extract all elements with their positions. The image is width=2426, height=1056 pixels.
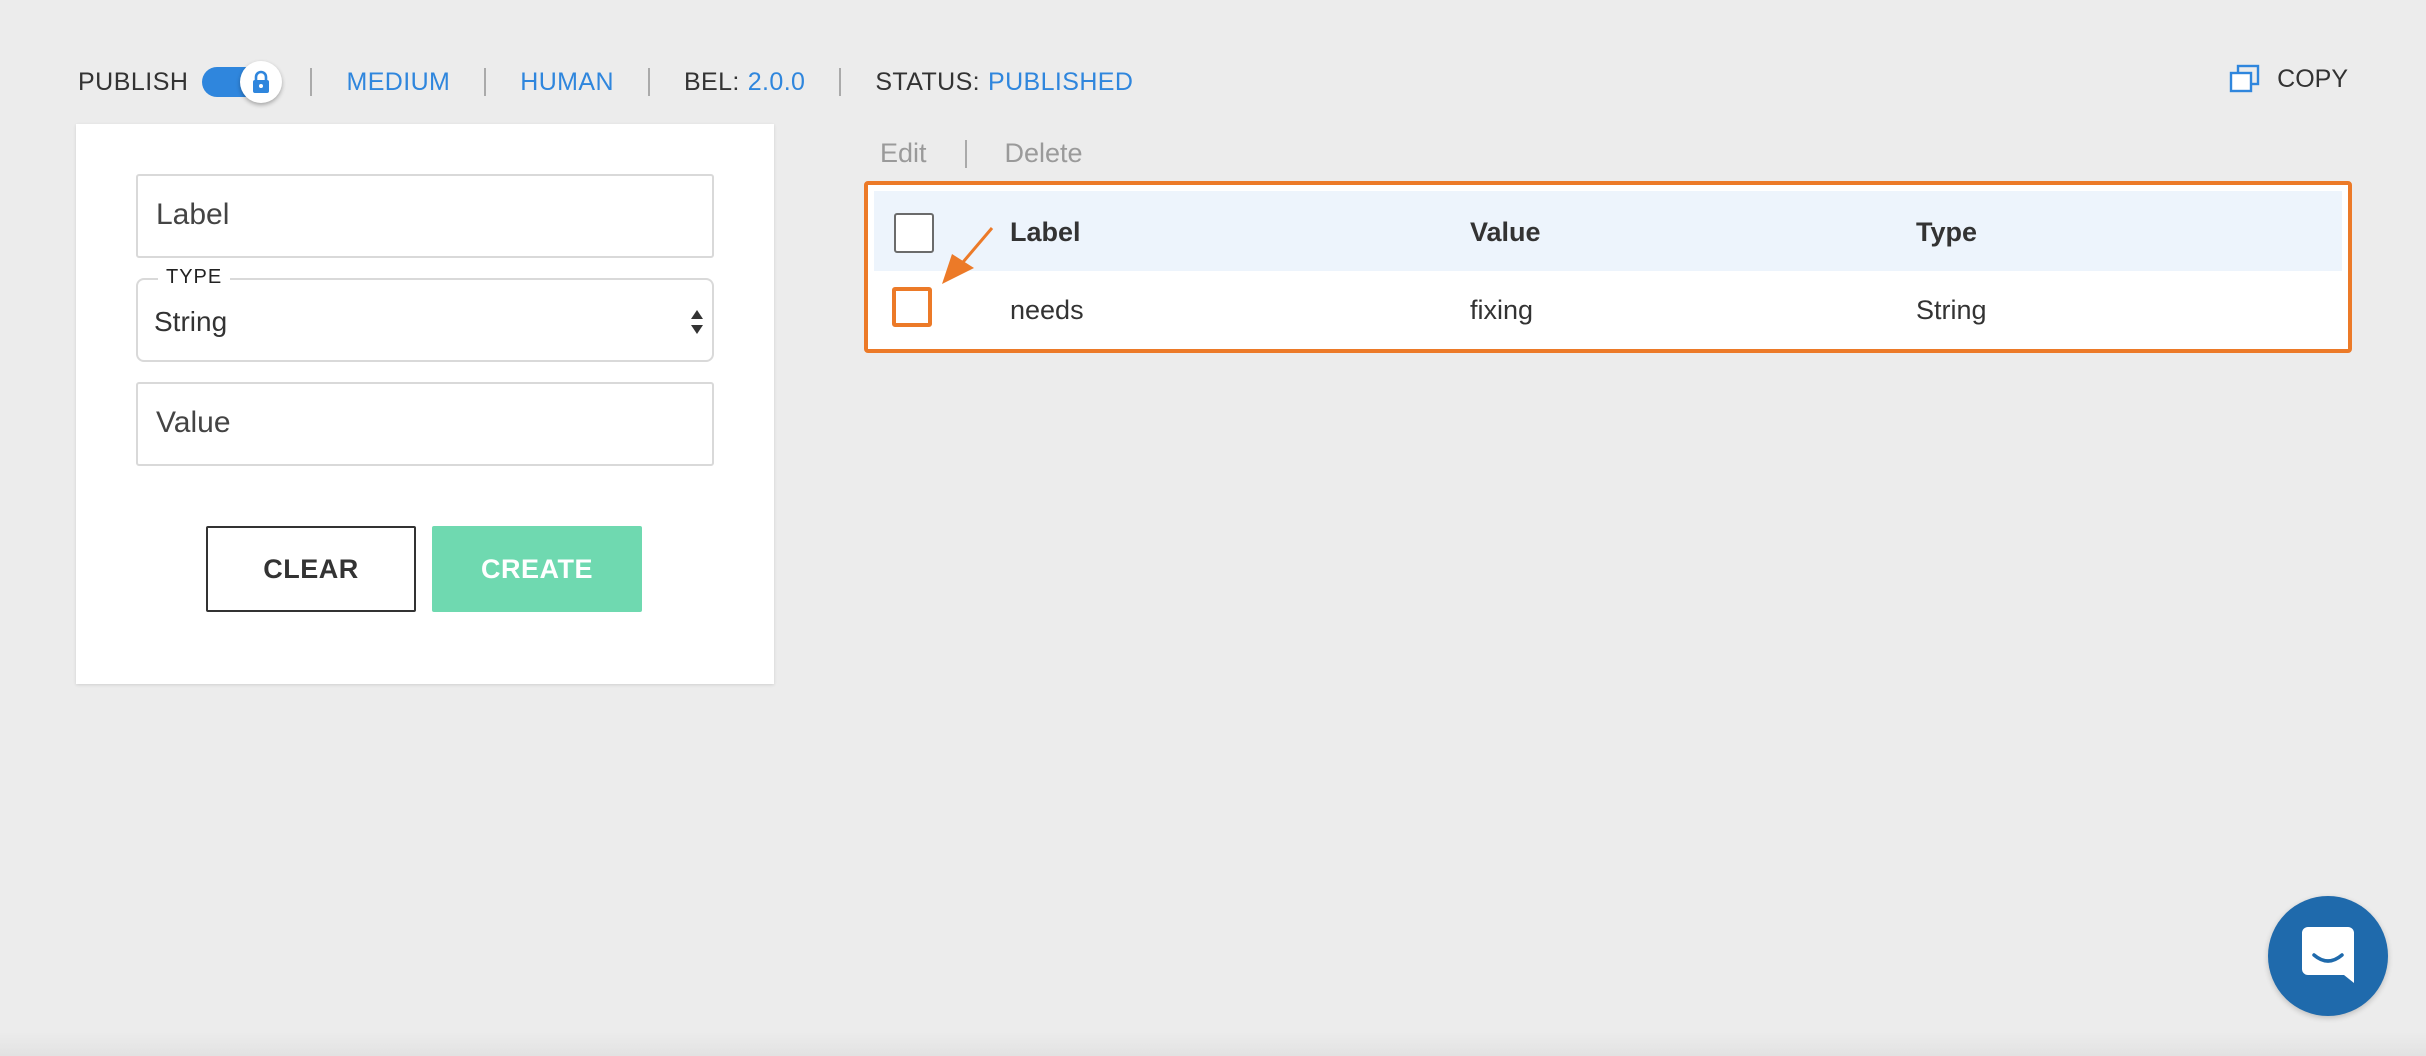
type-select[interactable]: TYPE String bbox=[136, 266, 714, 362]
publish-toggle[interactable] bbox=[202, 61, 283, 103]
status-label: STATUS: bbox=[875, 67, 981, 96]
chat-launcher-button[interactable] bbox=[2268, 896, 2388, 1016]
divider bbox=[839, 68, 842, 96]
divider bbox=[310, 68, 313, 96]
row-label: needs bbox=[1010, 295, 1084, 325]
medium-link[interactable]: MEDIUM bbox=[346, 68, 450, 97]
header-value: Value bbox=[1470, 217, 1541, 247]
create-button[interactable]: CREATE bbox=[432, 526, 642, 612]
table-row[interactable]: needs fixing String bbox=[874, 271, 2342, 345]
pointer-arrow-icon bbox=[942, 227, 994, 284]
divider bbox=[647, 68, 650, 96]
row-checkbox[interactable] bbox=[892, 287, 932, 327]
type-legend: TYPE bbox=[158, 266, 231, 289]
bel-version[interactable]: 2.0.0 bbox=[748, 68, 806, 97]
header-type: Type bbox=[1916, 217, 1978, 247]
chat-icon bbox=[2302, 927, 2354, 983]
select-all-checkbox[interactable] bbox=[894, 213, 934, 253]
copy-label: COPY bbox=[2277, 64, 2348, 93]
toggle-knob[interactable] bbox=[240, 61, 283, 103]
type-selected-value: String bbox=[154, 306, 228, 337]
label-input[interactable]: Label bbox=[136, 174, 714, 258]
select-arrows-icon bbox=[691, 310, 703, 334]
lock-icon bbox=[253, 70, 270, 93]
copy-button[interactable]: COPY bbox=[2229, 64, 2348, 94]
divider bbox=[964, 139, 967, 168]
label-placeholder: Label bbox=[156, 198, 230, 231]
top-bar: PUBLISH MEDIUM HUMAN BEL: 2.0.0 STATUS: … bbox=[78, 60, 2348, 104]
annotations-table: Label Value Type needs fixing String bbox=[864, 181, 2352, 353]
table-actions: Edit Delete bbox=[880, 138, 1083, 169]
status-value[interactable]: PUBLISHED bbox=[988, 68, 1133, 97]
bottom-edge bbox=[0, 1032, 2426, 1056]
create-form-card: Label TYPE String Value CLEAR CREATE bbox=[76, 124, 774, 684]
value-input[interactable]: Value bbox=[136, 382, 714, 466]
row-type: String bbox=[1916, 295, 1987, 325]
header-label: Label bbox=[1010, 217, 1081, 247]
table-header: Label Value Type bbox=[874, 191, 2342, 271]
delete-action[interactable]: Delete bbox=[1005, 138, 1083, 169]
clear-button[interactable]: CLEAR bbox=[206, 526, 416, 612]
bel-label: BEL: bbox=[683, 67, 740, 96]
human-link[interactable]: HUMAN bbox=[520, 68, 614, 97]
publish-label: PUBLISH bbox=[78, 67, 189, 96]
row-value: fixing bbox=[1470, 295, 1534, 325]
divider bbox=[484, 68, 487, 96]
copy-icon bbox=[2229, 64, 2260, 93]
edit-action[interactable]: Edit bbox=[880, 138, 927, 169]
value-placeholder: Value bbox=[156, 406, 231, 439]
